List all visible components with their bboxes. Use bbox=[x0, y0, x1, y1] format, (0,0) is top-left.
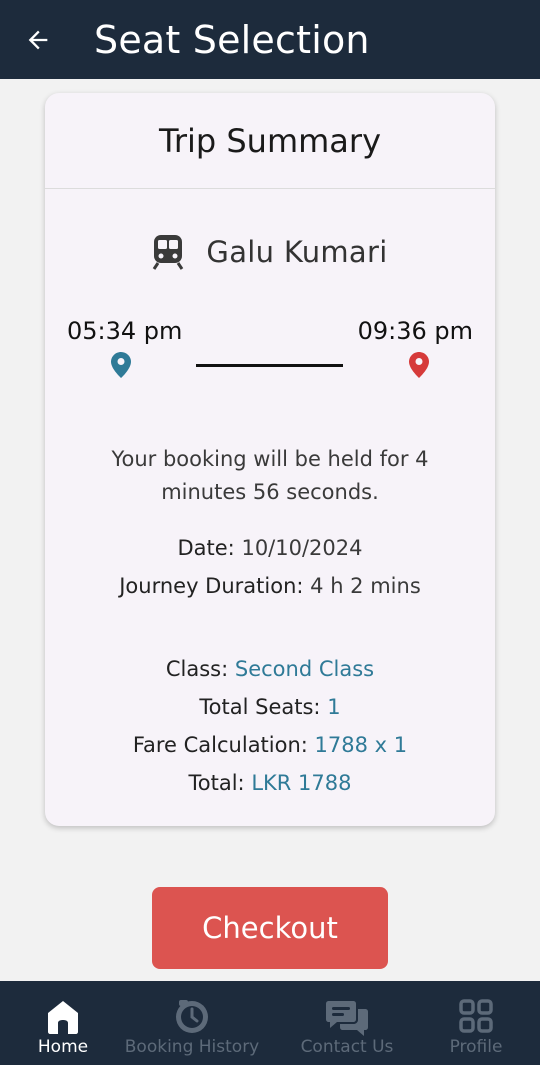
nav-label-home: Home bbox=[37, 1037, 89, 1057]
bottom-navigation: Home Booking History Contact Us Profile bbox=[0, 981, 540, 1065]
seats-value: 1 bbox=[327, 695, 341, 719]
departure-time: 05:34 pm bbox=[67, 317, 183, 345]
class-value: Second Class bbox=[234, 657, 375, 681]
nav-label-profile: Profile bbox=[449, 1037, 503, 1057]
page-title: Seat Selection bbox=[94, 17, 370, 62]
seats-label: Total Seats: bbox=[199, 695, 321, 719]
nav-item-home[interactable]: Home bbox=[30, 981, 96, 1065]
route-line bbox=[196, 364, 343, 367]
class-label: Class: bbox=[165, 657, 229, 681]
date-label: Date: bbox=[177, 536, 235, 560]
checkout-button[interactable]: Checkout bbox=[152, 887, 388, 969]
location-pin-icon bbox=[409, 352, 429, 378]
booking-hold-message: Your booking will be held for 4 minutes … bbox=[111, 447, 429, 504]
chat-bubbles-icon bbox=[326, 1001, 368, 1036]
nav-label-booking-history: Booking History bbox=[124, 1037, 260, 1057]
class-line: Class: Second Class bbox=[45, 657, 495, 681]
clock-history-icon bbox=[176, 1000, 208, 1033]
fare-value: 1788 x 1 bbox=[314, 733, 408, 757]
total-value: LKR 1788 bbox=[251, 771, 352, 795]
arrow-left-icon bbox=[28, 30, 48, 49]
nav-item-profile[interactable]: Profile bbox=[446, 981, 506, 1065]
trip-summary-card: Trip Summary Galu Kumari 05:34 pm 09:36 … bbox=[45, 93, 495, 826]
location-pin-icon bbox=[111, 352, 131, 378]
duration-value: 4 h 2 mins bbox=[310, 574, 421, 598]
grid-icon bbox=[459, 999, 493, 1033]
arrival-time: 09:36 pm bbox=[357, 317, 473, 345]
card-title: Trip Summary bbox=[158, 121, 381, 160]
duration-line: Journey Duration: 4 h 2 mins bbox=[45, 574, 495, 598]
nav-item-contact-us[interactable]: Contact Us bbox=[300, 981, 394, 1065]
date-value: 10/10/2024 bbox=[241, 536, 363, 560]
fare-label: Fare Calculation: bbox=[132, 733, 308, 757]
train-info: Galu Kumari bbox=[45, 230, 495, 274]
total-label: Total: bbox=[188, 771, 245, 795]
fare-line: Fare Calculation: 1788 x 1 bbox=[45, 733, 495, 757]
home-icon bbox=[48, 1001, 78, 1034]
date-line: Date: 10/10/2024 bbox=[45, 536, 495, 560]
seats-line: Total Seats: 1 bbox=[45, 695, 495, 719]
back-button[interactable] bbox=[18, 20, 58, 60]
app-bar: Seat Selection bbox=[0, 0, 540, 79]
train-icon bbox=[153, 235, 184, 270]
total-line: Total: LKR 1788 bbox=[45, 771, 495, 795]
train-name: Galu Kumari bbox=[206, 235, 388, 269]
divider bbox=[45, 188, 495, 189]
nav-item-booking-history[interactable]: Booking History bbox=[124, 981, 260, 1065]
nav-label-contact-us: Contact Us bbox=[300, 1037, 394, 1057]
duration-label: Journey Duration: bbox=[119, 574, 304, 598]
